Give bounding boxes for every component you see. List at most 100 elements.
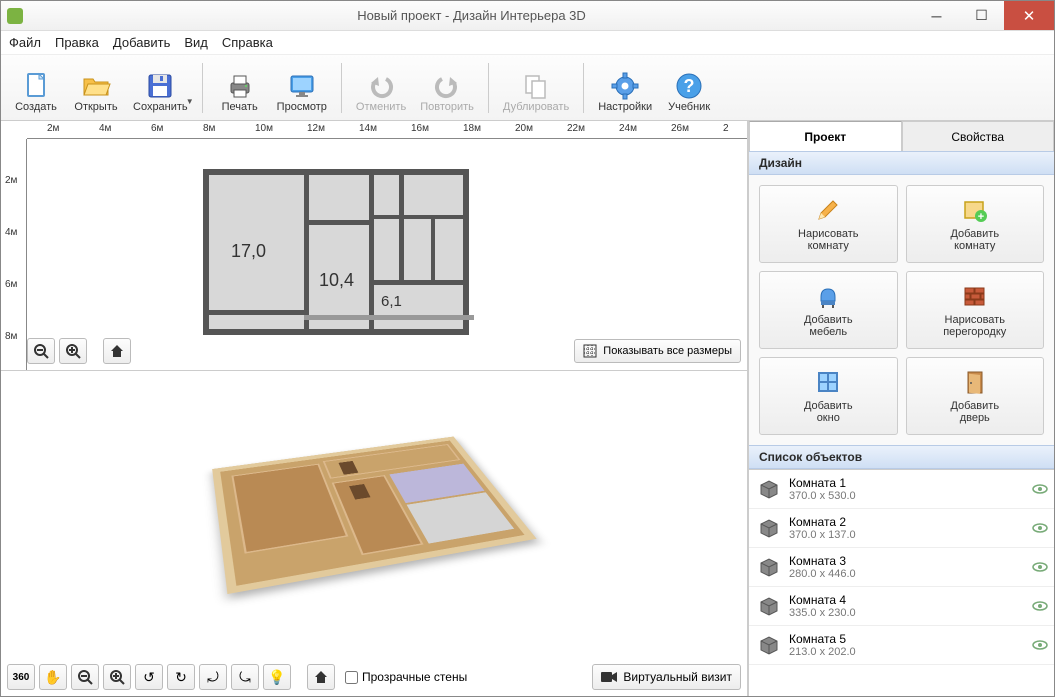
svg-text:+: + xyxy=(978,211,984,223)
virtual-visit-label: Виртуальный визит xyxy=(623,670,732,684)
add-room-button[interactable]: +Добавитькомнату xyxy=(906,185,1045,263)
visibility-icon[interactable] xyxy=(1032,562,1046,572)
add-window-button[interactable]: Добавитьокно xyxy=(759,357,898,435)
light-button[interactable]: 💡 xyxy=(263,664,291,690)
printer-icon xyxy=(223,71,257,101)
draw-wall-button[interactable]: Нарисоватьперегородку xyxy=(906,271,1045,349)
plan-canvas[interactable]: 17,0 10,4 6,1 xyxy=(27,139,747,370)
chair-icon xyxy=(814,282,842,310)
window-title: Новый проект - Дизайн Интерьера 3D xyxy=(29,8,914,23)
visibility-icon[interactable] xyxy=(1032,484,1046,494)
menu-file[interactable]: Файл xyxy=(9,35,41,50)
object-dimensions: 370.0 x 137.0 xyxy=(789,529,1024,541)
toolbar-undo-label: Отменить xyxy=(356,101,406,113)
visibility-icon[interactable] xyxy=(1032,523,1046,533)
rotate-left-button[interactable]: ↺ xyxy=(135,664,163,690)
pan-button[interactable]: ✋ xyxy=(39,664,67,690)
visibility-icon[interactable] xyxy=(1032,601,1046,611)
tab-properties[interactable]: Свойства xyxy=(902,121,1055,151)
zoom-in-button[interactable] xyxy=(59,338,87,364)
toolbar-open-label: Открыть xyxy=(74,101,117,113)
minimize-button[interactable]: ─ xyxy=(914,1,959,30)
rotate-360-button[interactable]: 360 xyxy=(7,664,35,690)
object-dimensions: 213.0 x 202.0 xyxy=(789,646,1024,658)
cube-icon xyxy=(757,596,781,616)
home-button[interactable] xyxy=(103,338,131,364)
object-list-item[interactable]: Комната 3280.0 x 446.0 xyxy=(749,548,1054,587)
ruler-horizontal: 2м4м6м8м10м12м14м16м18м20м22м24м26м2 xyxy=(27,121,747,139)
cube-icon xyxy=(757,635,781,655)
view-3d-tools: 360 ✋ ↺ ↻ ⤾ ⤿ 💡 Прозрачные стены Виртуал… xyxy=(7,664,741,690)
toolbar-print-label: Печать xyxy=(222,101,258,113)
object-name: Комната 4 xyxy=(789,593,1024,607)
toolbar-create-label: Создать xyxy=(15,101,57,113)
add-furn-button[interactable]: Добавитьмебель xyxy=(759,271,898,349)
zoom-out-button[interactable] xyxy=(27,338,55,364)
object-dimensions: 370.0 x 530.0 xyxy=(789,490,1024,502)
gear-icon xyxy=(608,71,642,101)
room-label-3: 6,1 xyxy=(381,293,402,310)
section-objects-header: Список объектов xyxy=(749,445,1054,469)
transparent-walls-toggle[interactable]: Прозрачные стены xyxy=(345,670,467,684)
toolbar-print-button[interactable]: Печать xyxy=(211,59,269,117)
add-door-button[interactable]: Добавитьдверь xyxy=(906,357,1045,435)
redo-icon xyxy=(430,71,464,101)
object-name: Комната 5 xyxy=(789,632,1024,646)
grid-icon xyxy=(583,344,597,358)
titlebar: Новый проект - Дизайн Интерьера 3D ─ ☐ ✕ xyxy=(1,1,1054,31)
right-panel: Проект Свойства Дизайн Нарисоватькомнату… xyxy=(748,121,1054,696)
design-buttons-grid: Нарисоватькомнату+ДобавитькомнатуДобавит… xyxy=(749,175,1054,445)
toolbar-redo-label: Повторить xyxy=(420,101,474,113)
draw-wall-label: Нарисоватьперегородку xyxy=(943,314,1006,338)
transparent-walls-checkbox[interactable] xyxy=(345,671,358,684)
floorplan[interactable]: 17,0 10,4 6,1 xyxy=(203,169,469,335)
toolbar-preview-label: Просмотр xyxy=(277,101,327,113)
home-3d-button[interactable] xyxy=(307,664,335,690)
toolbar-open-button[interactable]: Открыть xyxy=(67,59,125,117)
toolbar-help-button[interactable]: ?Учебник xyxy=(660,59,718,117)
toolbar-settings-button[interactable]: Настройки xyxy=(592,59,658,117)
menu-help[interactable]: Справка xyxy=(222,35,273,50)
show-dimensions-label: Показывать все размеры xyxy=(603,345,732,357)
object-list[interactable]: Комната 1370.0 x 530.0 Комната 2370.0 x … xyxy=(749,469,1054,696)
toolbar-preview-button[interactable]: Просмотр xyxy=(271,59,333,117)
object-list-item[interactable]: Комната 2370.0 x 137.0 xyxy=(749,509,1054,548)
tilt-up-button[interactable]: ⤾ xyxy=(199,664,227,690)
toolbar-redo-button: Повторить xyxy=(414,59,480,117)
tilt-down-button[interactable]: ⤿ xyxy=(231,664,259,690)
close-button[interactable]: ✕ xyxy=(1004,1,1054,30)
menu-add[interactable]: Добавить xyxy=(113,35,170,50)
menu-edit[interactable]: Правка xyxy=(55,35,99,50)
cube-icon xyxy=(757,479,781,499)
undo-icon xyxy=(364,71,398,101)
maximize-button[interactable]: ☐ xyxy=(959,1,1004,30)
plan-2d-area[interactable]: 2м4м6м8м10м12м14м16м18м20м22м24м26м2 2м4… xyxy=(1,121,747,371)
virtual-visit-button[interactable]: Виртуальный визит xyxy=(592,664,741,690)
door-icon xyxy=(961,368,989,396)
svg-text:?: ? xyxy=(684,76,695,96)
model-3d[interactable] xyxy=(221,401,501,601)
pencil-icon xyxy=(814,196,842,224)
visibility-icon[interactable] xyxy=(1032,640,1046,650)
show-dimensions-button[interactable]: Показывать все размеры xyxy=(574,339,741,363)
toolbar-create-button[interactable]: Создать xyxy=(7,59,65,117)
object-list-item[interactable]: Комната 5213.0 x 202.0 xyxy=(749,626,1054,665)
rotate-right-button[interactable]: ↻ xyxy=(167,664,195,690)
copy-icon xyxy=(519,71,553,101)
tab-project[interactable]: Проект xyxy=(749,121,902,151)
toolbar: Создать Открыть Сохранить▼ Печать Просмотр От… xyxy=(1,55,1054,121)
add-door-label: Добавитьдверь xyxy=(950,400,999,424)
transparent-walls-label: Прозрачные стены xyxy=(362,670,467,684)
toolbar-save-button[interactable]: Сохранить▼ xyxy=(127,59,194,117)
object-list-item[interactable]: Комната 4335.0 x 230.0 xyxy=(749,587,1054,626)
toolbar-save-label: Сохранить xyxy=(133,101,188,113)
room-label-2: 10,4 xyxy=(319,270,354,291)
panel-tabs: Проект Свойства xyxy=(749,121,1054,151)
draw-room-button[interactable]: Нарисоватькомнату xyxy=(759,185,898,263)
monitor-icon xyxy=(285,71,319,101)
view-3d-area[interactable]: 360 ✋ ↺ ↻ ⤾ ⤿ 💡 Прозрачные стены Виртуал… xyxy=(1,371,747,696)
menu-view[interactable]: Вид xyxy=(184,35,208,50)
zoom-in-3d-button[interactable] xyxy=(103,664,131,690)
object-list-item[interactable]: Комната 1370.0 x 530.0 xyxy=(749,470,1054,509)
zoom-out-3d-button[interactable] xyxy=(71,664,99,690)
